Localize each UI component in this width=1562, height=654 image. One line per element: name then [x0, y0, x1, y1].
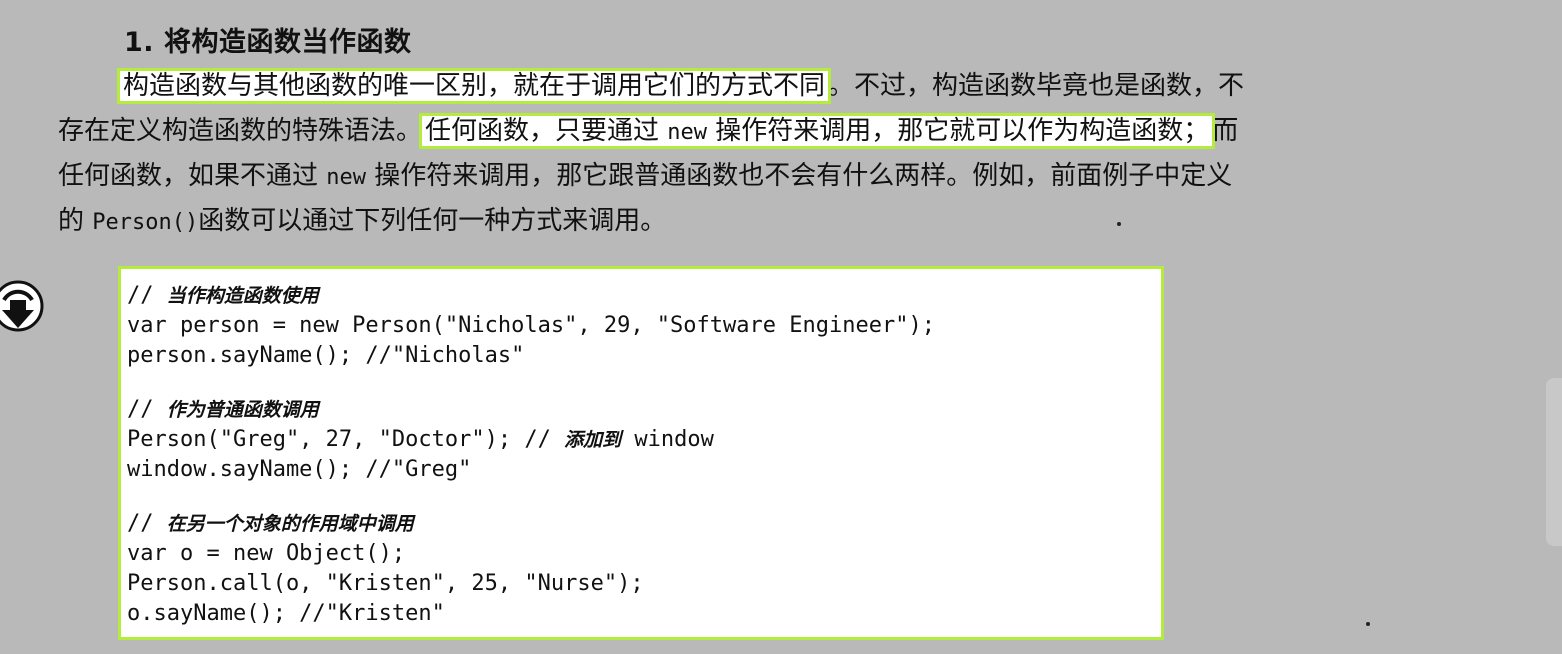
- download-arrow-circle-icon: [0, 270, 50, 340]
- comment-text: 在另一个对象的作用域中调用: [166, 513, 414, 535]
- code-line: Person.call(o, "Kristen", 25, "Nurse");: [127, 571, 644, 596]
- comment-slashes: //: [127, 397, 167, 422]
- text-segment: 操作符来调用，那它就可以作为构造函数；: [707, 116, 1210, 146]
- paragraph-line-1: 构造函数与其他函数的唯一区别，就在于调用它们的方式不同 。不过，构造函数毕竟也是函…: [58, 64, 1538, 109]
- code-line: Person("Greg", 27, "Doctor"); // 添加到 win…: [127, 425, 1161, 455]
- comment-slashes: //: [127, 283, 167, 308]
- highlight-1: 构造函数与其他函数的唯一区别，就在于调用它们的方式不同: [116, 68, 832, 104]
- text-segment: 。不过，构造函数毕竟也是函数，不: [828, 71, 1245, 101]
- highlight-2: 任何函数，只要通过 new 操作符来调用，那它就可以作为构造函数；: [419, 113, 1216, 149]
- code-line: var person = new Person("Nicholas", 29, …: [127, 313, 935, 338]
- code-comment-line: // 当作构造函数使用: [127, 281, 1161, 311]
- code-block: // 当作构造函数使用 var person = new Person("Nic…: [118, 266, 1164, 640]
- code-line: person.sayName(); //"Nicholas": [127, 343, 525, 368]
- code-segment: Person("Greg", 27, "Doctor"); //: [127, 427, 565, 452]
- text-segment: 存在定义构造函数的特殊语法。: [58, 116, 423, 146]
- text-segment: 函数可以通过下列任何一种方式来调用。: [198, 206, 667, 236]
- inline-code-new: new: [667, 120, 708, 145]
- text-segment: 任何函数，只要通过: [425, 116, 668, 146]
- text-segment: 而: [1212, 116, 1239, 146]
- scan-speck: [1366, 622, 1370, 626]
- comment-slashes: //: [127, 511, 167, 536]
- body-paragraph: 构造函数与其他函数的唯一区别，就在于调用它们的方式不同 。不过，构造函数毕竟也是函…: [58, 64, 1538, 244]
- text-segment: 任何函数，如果不通过: [58, 161, 327, 191]
- scrollbar-handle[interactable]: [1546, 378, 1562, 546]
- text-segment: 的: [58, 206, 93, 236]
- code-gap: [127, 371, 1161, 395]
- code-line: var o = new Object();: [127, 541, 406, 566]
- text-segment: 操作符来调用，那它跟普通函数也不会有什么两样。例如，前面例子中定义: [366, 161, 1233, 191]
- paragraph-line-3: 任何函数，如果不通过 new 操作符来调用，那它跟普通函数也不会有什么两样。例如…: [58, 154, 1538, 199]
- code-segment: window: [621, 427, 714, 452]
- code-gap: [127, 485, 1161, 509]
- paragraph-line-4: 的 Person()函数可以通过下列任何一种方式来调用。: [58, 199, 1538, 244]
- section-heading: 1. 将构造函数当作函数: [124, 27, 412, 58]
- comment-text: 当作构造函数使用: [166, 285, 319, 307]
- comment-text: 作为普通函数调用: [166, 399, 319, 421]
- scan-speck: [1117, 222, 1121, 226]
- paragraph-line-2: 存在定义构造函数的特殊语法。 任何函数，只要通过 new 操作符来调用，那它就可以…: [58, 109, 1538, 154]
- inline-code-new: new: [326, 165, 367, 190]
- code-comment-line: // 在另一个对象的作用域中调用: [127, 509, 1161, 539]
- code-line: window.sayName(); //"Greg": [127, 457, 472, 482]
- code-line: o.sayName(); //"Kristen": [127, 601, 445, 626]
- comment-text: 添加到: [564, 429, 622, 451]
- inline-code-person: Person(): [92, 210, 199, 235]
- code-comment-line: // 作为普通函数调用: [127, 395, 1161, 425]
